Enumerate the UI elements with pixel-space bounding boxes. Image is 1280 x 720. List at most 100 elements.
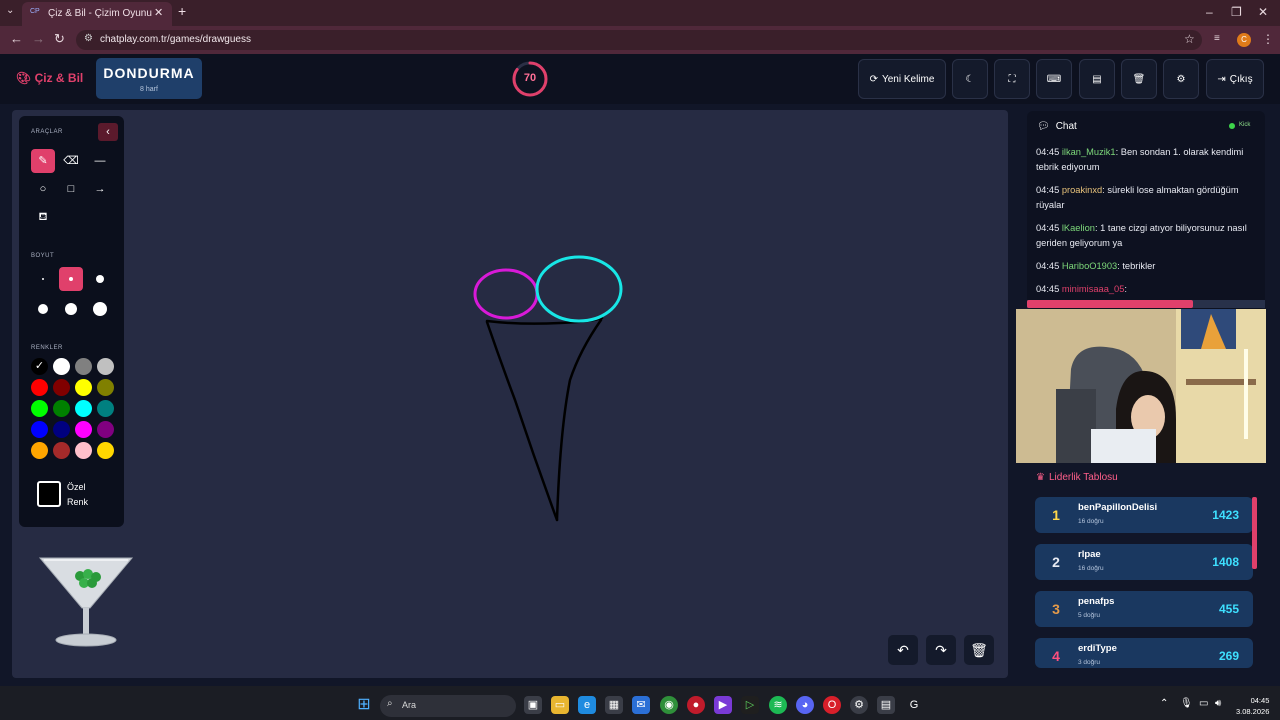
color-swatch[interactable] — [53, 379, 70, 396]
mail-icon[interactable]: ✉ — [632, 696, 650, 714]
eraser-tool[interactable]: ⌫ — [59, 149, 83, 173]
message-user[interactable]: HariboO1903 — [1062, 261, 1117, 271]
color-swatch[interactable]: ✓ — [31, 358, 48, 375]
maximize-icon[interactable]: ❐ — [1231, 5, 1242, 19]
profile-avatar[interactable]: C — [1237, 33, 1251, 47]
exit-button[interactable]: ⇥ Çıkış — [1206, 59, 1264, 99]
circle-tool[interactable]: ○ — [31, 177, 55, 201]
chat-messages[interactable]: 04:45 ilkan_Muzik1: Ben sondan 1. olarak… — [1036, 145, 1258, 305]
clapper-icon[interactable]: ▶ — [714, 696, 732, 714]
color-swatch[interactable] — [75, 379, 92, 396]
color-swatch[interactable] — [75, 358, 92, 375]
color-swatch[interactable] — [53, 442, 70, 459]
color-swatch[interactable] — [97, 421, 114, 438]
taskbar-clock[interactable]: 04:45 3.08.2026 — [1236, 695, 1269, 717]
browser-tab-bar — [0, 0, 1280, 26]
player-name: rlpae — [1078, 549, 1101, 560]
pencil-tool[interactable]: ✎ — [31, 149, 55, 173]
color-swatch[interactable] — [53, 358, 70, 375]
size-3-button[interactable] — [88, 267, 112, 291]
redo-button[interactable]: ↷ — [926, 635, 956, 665]
network-icon[interactable]: ▭ — [1199, 698, 1208, 709]
line-tool[interactable]: — — [88, 149, 112, 173]
leaderboard-scrollbar[interactable] — [1252, 497, 1257, 569]
color-swatch[interactable] — [31, 400, 48, 417]
message-user[interactable]: lKaelion — [1062, 223, 1095, 233]
rectangle-tool[interactable]: □ — [59, 177, 83, 201]
message-user[interactable]: proakinxd — [1062, 185, 1102, 195]
drawing-canvas[interactable] — [12, 110, 1008, 678]
size-1-button[interactable] — [31, 267, 55, 291]
play-icon[interactable]: ▷ — [741, 696, 759, 714]
taskbar-search[interactable]: Ara — [380, 695, 516, 717]
delete-button[interactable]: 🗑︎ — [1121, 59, 1157, 99]
browser-tab[interactable]: Çiz & Bil - Çizim Oyunu — [22, 2, 172, 26]
app-logo[interactable]: 🎨︎ Çiz & Bil — [16, 71, 83, 85]
file-explorer-icon[interactable]: ▭ — [551, 696, 569, 714]
browser-menu-icon[interactable]: ⋮ — [1262, 32, 1274, 46]
color-swatch[interactable] — [31, 379, 48, 396]
address-bar[interactable]: chatplay.com.tr/games/drawguess — [76, 30, 1202, 50]
bookmark-star-icon[interactable]: ☆ — [1184, 32, 1195, 46]
color-swatch[interactable] — [31, 421, 48, 438]
undo-button[interactable]: ↶ — [888, 635, 918, 665]
color-swatch[interactable] — [31, 442, 48, 459]
keyboard-button[interactable]: ⌨ — [1036, 59, 1072, 99]
arrow-tool[interactable]: → — [88, 177, 112, 201]
window-close-icon[interactable]: ✕ — [1258, 5, 1268, 19]
size-5-button[interactable] — [59, 297, 83, 321]
microphone-icon[interactable]: 🎙︎ — [1180, 698, 1193, 709]
app-g-icon[interactable]: G — [905, 696, 923, 714]
edge-icon[interactable]: e — [578, 696, 596, 714]
windows-start-icon[interactable]: ⊞ — [355, 696, 373, 714]
leaderboard-title: ♛ Liderlik Tablosu — [1036, 472, 1118, 483]
discord-icon[interactable]: ◕ — [796, 696, 814, 714]
color-swatch[interactable] — [75, 400, 92, 417]
player-score: 1408 — [1212, 555, 1239, 569]
archive-button[interactable]: ▤ — [1079, 59, 1115, 99]
color-swatch[interactable] — [97, 400, 114, 417]
color-swatch[interactable] — [75, 421, 92, 438]
tab-list-icon[interactable]: ⌄ — [6, 5, 14, 16]
fullscreen-button[interactable]: ⛶ — [994, 59, 1030, 99]
size-4-button[interactable] — [31, 297, 55, 321]
forward-icon[interactable]: → — [32, 31, 45, 46]
chat-scroll-thumb[interactable] — [1027, 300, 1193, 308]
theme-toggle-button[interactable]: ☾ — [952, 59, 988, 99]
app-steam-icon[interactable]: ⚙ — [850, 696, 868, 714]
custom-color-swatch[interactable] — [37, 481, 61, 507]
reload-icon[interactable]: ↻ — [54, 31, 65, 47]
settings-button[interactable]: ⚙ — [1163, 59, 1199, 99]
app-window-icon[interactable]: ▤ — [877, 696, 895, 714]
app-red-icon[interactable]: ● — [687, 696, 705, 714]
new-tab-icon[interactable]: + — [178, 3, 186, 19]
message-user[interactable]: minimisaaa_05 — [1062, 284, 1125, 294]
tab-close-icon[interactable]: ✕ — [154, 6, 163, 19]
back-icon[interactable]: ← — [10, 31, 23, 46]
square-icon: □ — [67, 183, 75, 195]
clear-canvas-button[interactable]: 🗑︎ — [964, 635, 994, 665]
collapse-panel-button[interactable]: ‹ — [98, 123, 118, 141]
message-user[interactable]: ilkan_Muzik1 — [1062, 147, 1116, 157]
opera-icon[interactable]: O — [823, 696, 841, 714]
new-word-button[interactable]: ⟳ Yeni Kelime — [858, 59, 946, 99]
spotify-icon[interactable]: ≋ — [769, 696, 787, 714]
site-info-icon[interactable]: ⚙ — [84, 33, 93, 44]
color-swatch[interactable] — [97, 442, 114, 459]
color-swatch[interactable] — [97, 358, 114, 375]
size-2-button[interactable] — [59, 267, 83, 291]
color-swatch[interactable] — [97, 379, 114, 396]
fill-tool[interactable]: ⛾ — [31, 205, 55, 229]
volume-icon[interactable]: 🔊︎ — [1215, 698, 1221, 709]
store-icon[interactable]: ▦ — [605, 696, 623, 714]
chrome-icon[interactable]: ◉ — [660, 696, 678, 714]
task-view-icon[interactable]: ▣ — [524, 696, 542, 714]
tray-overflow-icon[interactable]: ⌃ — [1160, 698, 1168, 709]
media-icon[interactable]: ≡ — [1214, 33, 1220, 44]
color-swatch[interactable] — [53, 400, 70, 417]
size-6-button[interactable] — [88, 297, 112, 321]
new-word-label: Yeni Kelime — [881, 73, 935, 85]
color-swatch[interactable] — [53, 421, 70, 438]
color-swatch[interactable] — [75, 442, 92, 459]
minimize-icon[interactable]: – — [1206, 5, 1213, 19]
